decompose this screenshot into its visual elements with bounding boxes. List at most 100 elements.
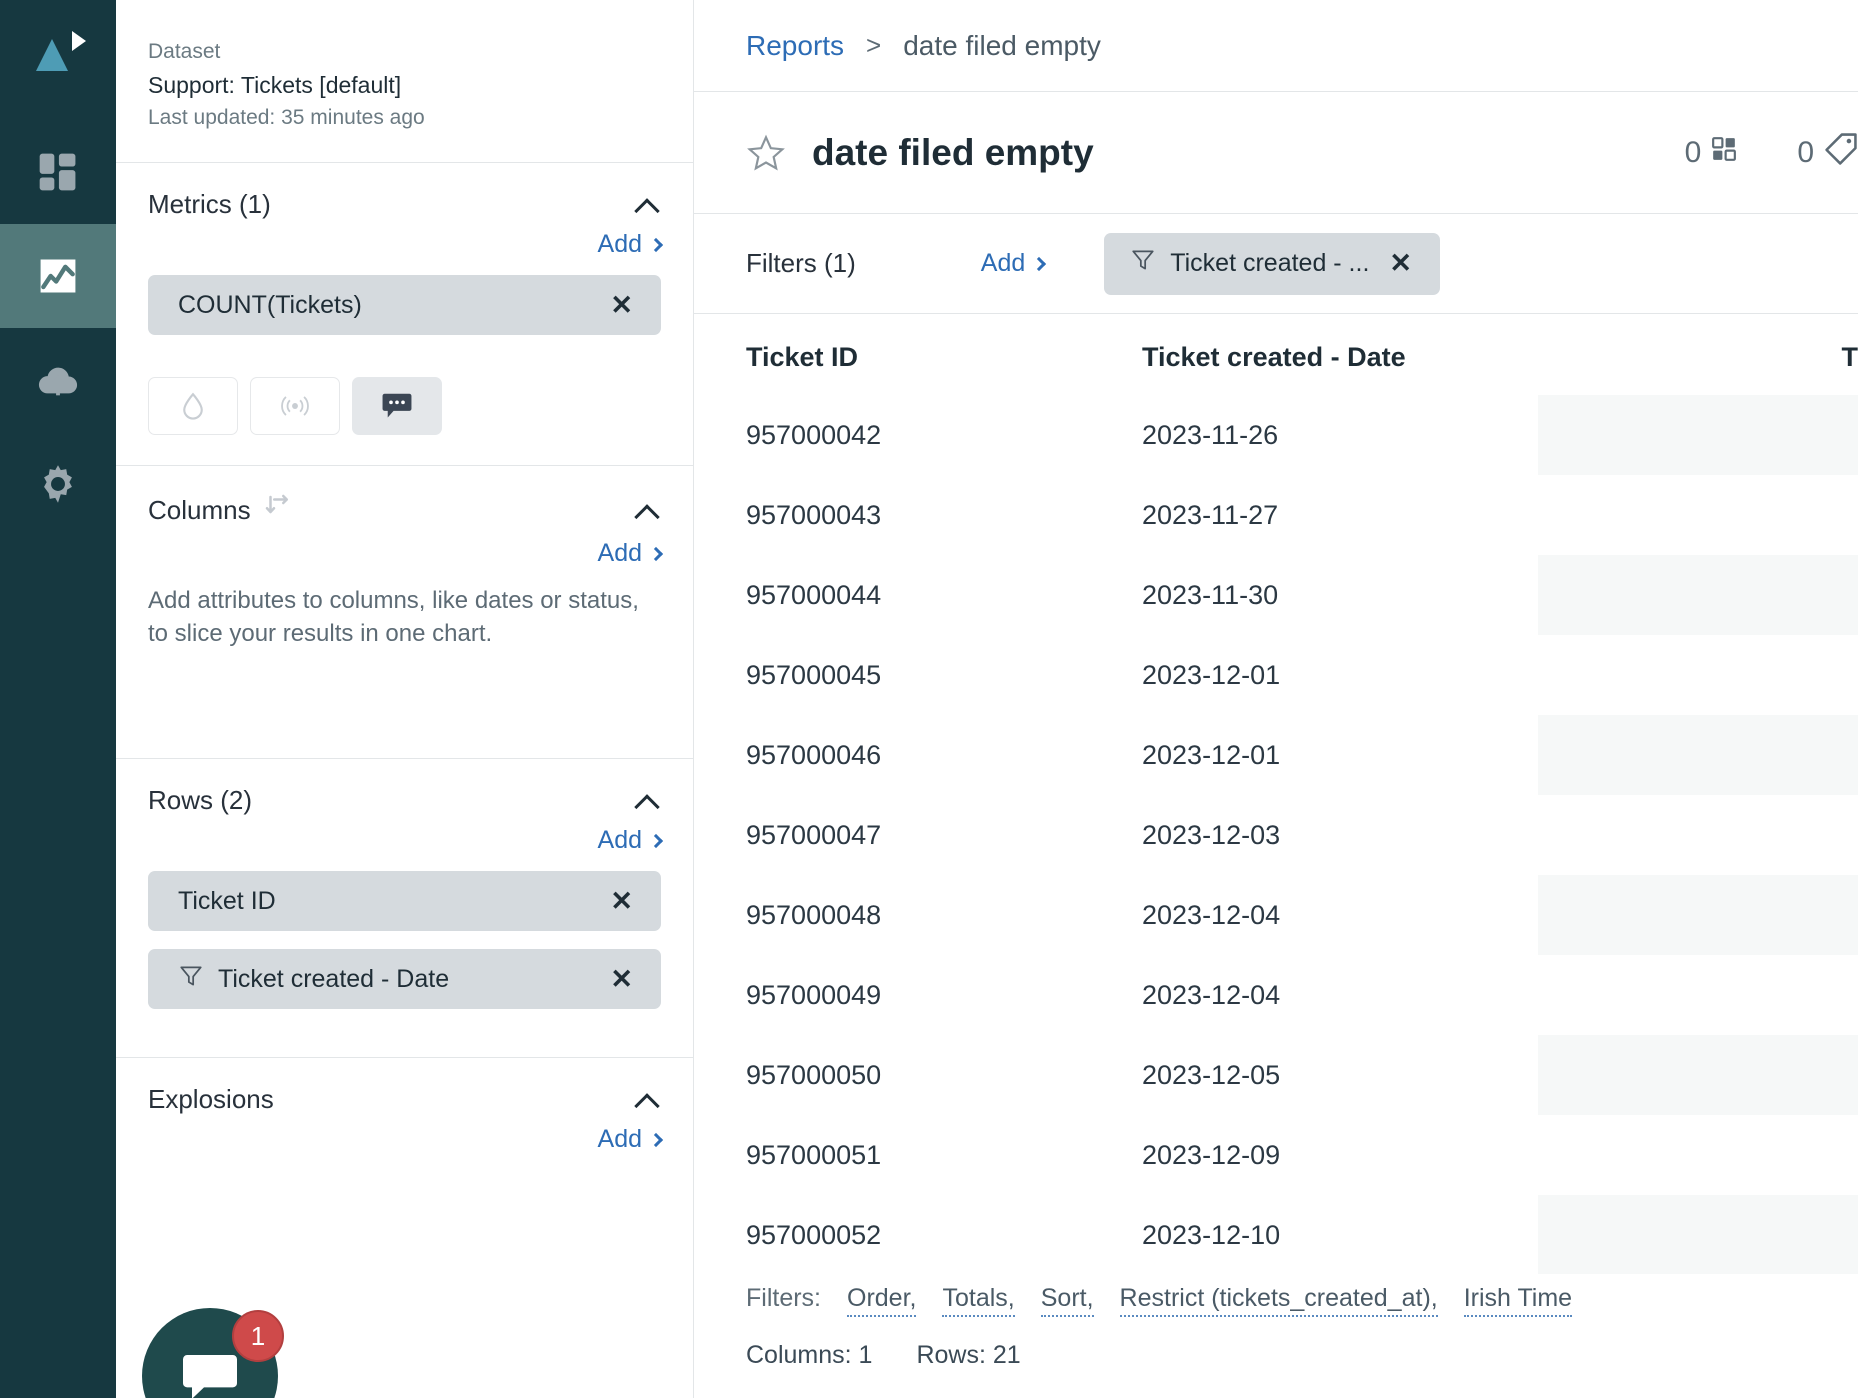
cell-tickets-count: 1 <box>1538 1195 1858 1274</box>
cell-ticket-created-date: 2023-12-09 <box>1142 1139 1281 1170</box>
filters-add-button[interactable]: Add <box>981 249 1047 278</box>
cell-tickets-count: 1 <box>1538 955 1858 1035</box>
app-logo[interactable] <box>0 0 116 104</box>
sidebar-item-uploads[interactable] <box>0 328 116 432</box>
metric-chip-label: COUNT(Tickets) <box>178 290 362 319</box>
columns-title-label: Columns <box>148 495 251 525</box>
columns-title: Columns <box>148 492 293 529</box>
toggle-droplet-button[interactable] <box>148 377 238 435</box>
cell-tickets-count: 1 <box>1538 555 1858 635</box>
columns-collapse-chevron-up-icon[interactable] <box>635 503 661 519</box>
row-chip-ticket-id[interactable]: Ticket ID ✕ <box>148 871 661 931</box>
main-content: Reports > date filed empty date filed em… <box>694 0 1858 1398</box>
table-row[interactable]: 957000043 2023-11-27 1 <box>746 475 1858 555</box>
remove-row-close-icon[interactable]: ✕ <box>604 887 639 915</box>
filter-funnel-icon <box>178 963 204 996</box>
cell-ticket-created-date: 2023-11-26 <box>1142 419 1279 450</box>
filter-chip-ticket-created[interactable]: Ticket created - ... ✕ <box>1104 232 1441 295</box>
table-row[interactable]: 957000044 2023-11-30 1 <box>746 555 1858 635</box>
table-row[interactable]: 957000045 2023-12-01 1 <box>746 635 1858 715</box>
help-unread-badge: 1 <box>232 1310 284 1362</box>
metrics-collapse-chevron-up-icon[interactable] <box>635 197 661 213</box>
explosions-add-button[interactable]: Add <box>598 1125 664 1154</box>
footer-filter-link[interactable]: Order, <box>847 1284 917 1317</box>
row-chip-ticket-created-date[interactable]: Ticket created - Date ✕ <box>148 949 661 1009</box>
dataset-block[interactable]: Dataset Support: Tickets [default] Last … <box>116 36 693 163</box>
rows-add-button[interactable]: Add <box>598 826 664 855</box>
filters-bar: Filters (1) Add Ticket created - ... ✕ <box>694 214 1858 314</box>
table-row[interactable]: 957000052 2023-12-10 1 <box>746 1195 1858 1274</box>
rows-collapse-chevron-up-icon[interactable] <box>635 793 661 809</box>
cell-ticket-id: 957000044 <box>746 579 882 610</box>
table-row[interactable]: 957000051 2023-12-09 1 <box>746 1115 1858 1195</box>
cell-ticket-id: 957000048 <box>746 899 882 930</box>
table-row[interactable]: 957000048 2023-12-04 1 <box>746 875 1858 955</box>
footer-rows-count: Rows: 21 <box>916 1341 1021 1369</box>
chevron-right-icon <box>648 546 664 561</box>
remove-metric-close-icon[interactable]: ✕ <box>604 291 639 319</box>
cell-ticket-id: 957000046 <box>746 739 882 770</box>
favorite-star-icon[interactable] <box>746 133 786 173</box>
dashboard-grid-icon <box>1711 136 1737 170</box>
table-row[interactable]: 957000046 2023-12-01 1 <box>746 715 1858 795</box>
tag-counter[interactable]: 0 <box>1797 132 1858 174</box>
row-chip-label-group: Ticket created - Date <box>178 963 449 996</box>
remove-row-close-icon[interactable]: ✕ <box>604 965 639 993</box>
toggle-comment-button[interactable] <box>352 377 442 435</box>
cell-tickets-count: 1 <box>1538 715 1858 795</box>
cell-ticket-created-date: 2023-12-04 <box>1142 899 1281 930</box>
dataset-name: Support: Tickets [default] <box>148 72 402 98</box>
table-row[interactable]: 957000050 2023-12-05 1 <box>746 1035 1858 1115</box>
metrics-add-button[interactable]: Add <box>598 230 664 259</box>
cell-ticket-id: 957000045 <box>746 659 882 690</box>
cell-ticket-id: 957000042 <box>746 419 882 450</box>
report-table-wrap: Ticket ID Ticket created - Date Tickets … <box>694 314 1858 1274</box>
column-header-ticket-id[interactable]: Ticket ID <box>746 314 1142 395</box>
rows-title: Rows (2) <box>148 785 253 815</box>
sidebar-item-reports[interactable] <box>0 224 116 328</box>
cell-ticket-id: 957000051 <box>746 1139 882 1170</box>
page-title: date filed empty <box>812 131 1094 173</box>
sidebar-item-settings[interactable] <box>0 432 116 536</box>
breadcrumb-current: date filed empty <box>903 29 1101 61</box>
table-row[interactable]: 957000047 2023-12-03 1 <box>746 795 1858 875</box>
breadcrumb-reports-link[interactable]: Reports <box>746 30 844 62</box>
cell-ticket-id: 957000049 <box>746 979 882 1010</box>
remove-filter-close-icon[interactable]: ✕ <box>1383 250 1418 277</box>
footer-filter-link[interactable]: Sort, <box>1040 1284 1094 1317</box>
sidebar-item-dashboards[interactable] <box>0 120 116 224</box>
explosions-collapse-chevron-up-icon[interactable] <box>635 1092 661 1108</box>
report-table: Ticket ID Ticket created - Date Tickets … <box>746 314 1858 1274</box>
cell-tickets-count: 1 <box>1538 635 1858 715</box>
tag-icon <box>1824 132 1858 174</box>
metric-chip-count-tickets[interactable]: COUNT(Tickets) ✕ <box>148 275 661 335</box>
report-footer: Filters: Order, Totals, Sort, Restrict (tic… <box>694 1274 1858 1398</box>
toggle-broadcast-button[interactable] <box>250 377 340 435</box>
chevron-right-icon <box>1032 256 1047 271</box>
table-row[interactable]: 957000042 2023-11-26 1 <box>746 395 1858 475</box>
droplet-icon <box>183 392 203 420</box>
footer-filter-link[interactable]: Irish Time <box>1463 1284 1573 1317</box>
dashboard-usage-counter[interactable]: 0 <box>1685 136 1738 170</box>
cell-tickets-count: 1 <box>1538 1115 1858 1195</box>
column-header-ticket-created-date[interactable]: Ticket created - Date <box>1142 314 1538 395</box>
cell-ticket-created-date: 2023-12-03 <box>1142 819 1281 850</box>
chevron-right-icon <box>648 237 664 252</box>
table-header: Ticket ID Ticket created - Date Tickets <box>746 314 1858 395</box>
breadcrumb-separator: > <box>866 30 882 60</box>
column-header-tickets[interactable]: Tickets <box>1538 314 1858 395</box>
footer-filter-link[interactable]: Totals, <box>942 1284 1015 1317</box>
pivot-swap-icon[interactable] <box>263 492 293 529</box>
table-body: 957000042 2023-11-26 1 957000043 2023-11-27 1… <box>746 395 1858 1274</box>
filters-label: Filters (1) <box>746 248 856 278</box>
triangle-play-logo-icon <box>36 31 86 71</box>
dataset-label: Dataset <box>148 40 221 63</box>
cell-ticket-id: 957000043 <box>746 499 882 530</box>
footer-filters-row: Filters: Order, Totals, Sort, Restrict (tic… <box>746 1274 1858 1317</box>
footer-filter-link[interactable]: Restrict (tickets_created_at), <box>1119 1284 1438 1317</box>
columns-empty-hint: Add attributes to columns, like dates or… <box>148 587 639 647</box>
table-row[interactable]: 957000049 2023-12-04 1 <box>746 955 1858 1035</box>
help-chat-button[interactable]: 1 <box>142 1308 284 1398</box>
columns-add-button[interactable]: Add <box>598 539 664 568</box>
gear-icon <box>44 465 72 503</box>
